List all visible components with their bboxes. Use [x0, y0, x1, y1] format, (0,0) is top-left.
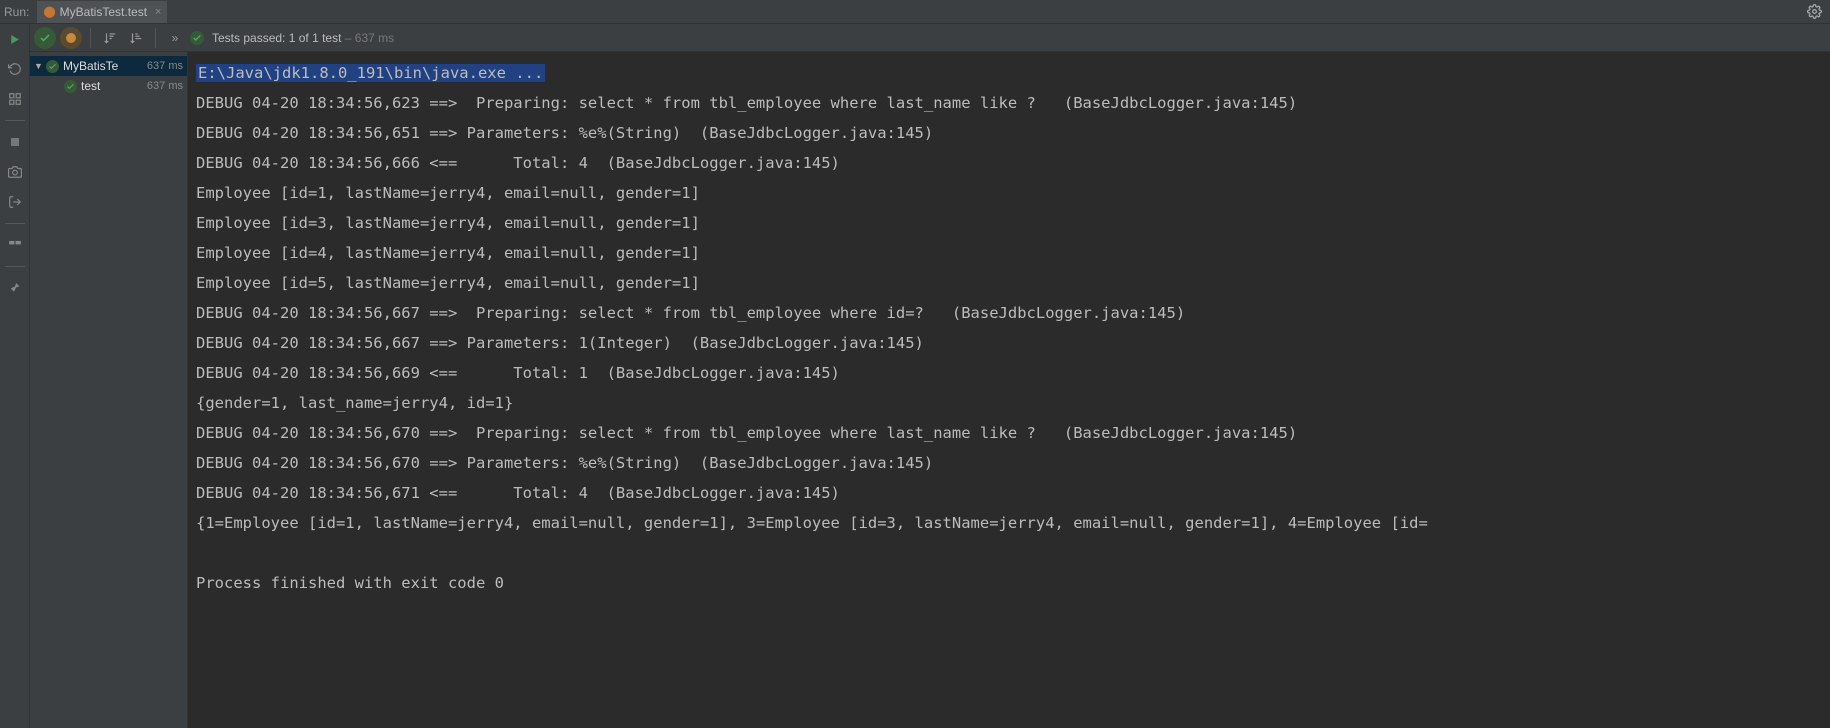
console-line	[196, 538, 1830, 568]
run-header: Run: ⬤ MyBatisTest.test ×	[0, 0, 1830, 24]
console-line: Process finished with exit code 0	[196, 568, 1830, 598]
console-line: {1=Employee [id=1, lastName=jerry4, emai…	[196, 508, 1830, 538]
separator	[5, 120, 25, 121]
test-pass-icon	[190, 31, 204, 45]
sort-alpha-button[interactable]	[99, 27, 121, 49]
sort-duration-button[interactable]	[125, 27, 147, 49]
console-line: Employee [id=3, lastName=jerry4, email=n…	[196, 208, 1830, 238]
run-config-icon: ⬤	[43, 5, 55, 18]
close-icon[interactable]: ×	[155, 6, 161, 18]
expand-all-button[interactable]: »	[164, 27, 186, 49]
tree-child-label: test	[81, 79, 143, 93]
console-line: Employee [id=1, lastName=jerry4, email=n…	[196, 178, 1830, 208]
separator	[5, 223, 25, 224]
gear-icon[interactable]	[1807, 4, 1822, 19]
layout-button[interactable]	[6, 236, 24, 254]
run-tab[interactable]: ⬤ MyBatisTest.test ×	[37, 1, 167, 23]
run-label: Run:	[4, 5, 29, 19]
console-output[interactable]: E:\Java\jdk1.8.0_191\bin\java.exe ...DEB…	[188, 52, 1830, 728]
separator	[155, 28, 156, 48]
console-line: DEBUG 04-20 18:34:56,667 ==> Parameters:…	[196, 328, 1830, 358]
console-line: DEBUG 04-20 18:34:56,669 <== Total: 1 (B…	[196, 358, 1830, 388]
toggle-auto-test-button[interactable]	[6, 90, 24, 108]
console-line: DEBUG 04-20 18:34:56,670 ==> Parameters:…	[196, 448, 1830, 478]
exit-button[interactable]	[6, 193, 24, 211]
rerun-button[interactable]	[6, 30, 24, 48]
console-line: DEBUG 04-20 18:34:56,671 <== Total: 4 (B…	[196, 478, 1830, 508]
left-toolbar	[0, 24, 30, 728]
pass-icon	[46, 60, 59, 73]
tree-child-time: 637 ms	[147, 80, 183, 92]
rerun-failed-button[interactable]	[6, 60, 24, 78]
console-line: E:\Java\jdk1.8.0_191\bin\java.exe ...	[196, 58, 1830, 88]
console-line: DEBUG 04-20 18:34:56,670 ==> Preparing: …	[196, 418, 1830, 448]
console-line: Employee [id=5, lastName=jerry4, email=n…	[196, 268, 1830, 298]
tab-title: MyBatisTest.test	[60, 5, 147, 19]
console-line: DEBUG 04-20 18:34:56,651 ==> Parameters:…	[196, 118, 1830, 148]
test-toolbar: » Tests passed: 1 of 1 test – 637 ms	[30, 24, 1830, 52]
pass-icon	[64, 80, 77, 93]
separator	[5, 266, 25, 267]
stop-button[interactable]	[6, 133, 24, 151]
console-line: {gender=1, last_name=jerry4, id=1}	[196, 388, 1830, 418]
console-line: DEBUG 04-20 18:34:56,666 <== Total: 4 (B…	[196, 148, 1830, 178]
console-line: DEBUG 04-20 18:34:56,623 ==> Preparing: …	[196, 88, 1830, 118]
tree-root[interactable]: ▼ MyBatisTe 637 ms	[30, 56, 187, 76]
separator	[90, 28, 91, 48]
tree-root-label: MyBatisTe	[63, 59, 143, 73]
show-passed-toggle[interactable]	[34, 27, 56, 49]
tree-root-time: 637 ms	[147, 60, 183, 72]
test-status-text: Tests passed: 1 of 1 test – 637 ms	[212, 31, 394, 45]
pin-button[interactable]	[6, 279, 24, 297]
console-line: Employee [id=4, lastName=jerry4, email=n…	[196, 238, 1830, 268]
chevron-down-icon[interactable]: ▼	[34, 61, 44, 71]
dump-threads-button[interactable]	[6, 163, 24, 181]
tree-child[interactable]: test 637 ms	[30, 76, 187, 96]
test-tree[interactable]: ▼ MyBatisTe 637 ms test 637 ms	[30, 52, 188, 728]
show-ignored-toggle[interactable]	[60, 27, 82, 49]
console-line: DEBUG 04-20 18:34:56,667 ==> Preparing: …	[196, 298, 1830, 328]
